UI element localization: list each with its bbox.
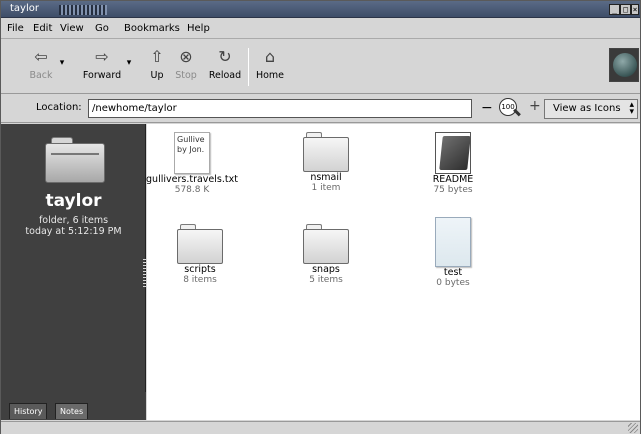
forward-label: Forward: [82, 70, 122, 81]
menu-view[interactable]: View: [60, 23, 84, 34]
back-button[interactable]: ⇦ Back: [23, 46, 59, 81]
folder-item[interactable]: scripts 8 items: [145, 224, 255, 285]
item-info: 5 items: [309, 275, 343, 285]
home-button[interactable]: ⌂ Home: [253, 46, 287, 81]
folder-large-icon: [45, 137, 105, 183]
throbber-orb-icon: [613, 53, 637, 77]
zoom-in-button[interactable]: +: [529, 98, 541, 114]
item-name: README: [432, 174, 474, 185]
item-name: test: [443, 267, 463, 278]
item-name: gullivers.travels.txt: [146, 174, 238, 185]
file-item[interactable]: Gullive by Jon. gullivers.travels.txt 57…: [137, 132, 247, 195]
back-arrow-icon: ⇦: [34, 47, 48, 66]
zoom-out-button[interactable]: −: [481, 100, 493, 116]
up-button[interactable]: ⇧ Up: [144, 46, 170, 81]
menu-file[interactable]: File: [7, 23, 24, 34]
forward-history-dropdown-icon[interactable]: ▾: [124, 58, 134, 68]
home-icon: ⌂: [264, 47, 276, 66]
toolbar-separator: [248, 48, 249, 86]
location-bar: Location: − 100 + View as Icons ▴▾: [1, 95, 640, 123]
information-sidebar: taylor folder, 6 items today at 5:12:19 …: [1, 124, 146, 420]
menu-bookmarks[interactable]: Bookmarks: [124, 23, 180, 34]
item-info: 8 items: [183, 275, 217, 285]
item-info: 0 bytes: [436, 278, 470, 288]
back-label: Back: [29, 70, 53, 81]
empty-file-icon: [435, 217, 471, 267]
reload-icon: ↻: [218, 47, 232, 66]
resize-grip-icon[interactable]: [628, 423, 638, 433]
magnifier-handle-icon: [513, 108, 521, 117]
minimize-button[interactable]: _: [609, 4, 620, 15]
folder-item[interactable]: nsmail 1 item: [271, 132, 381, 193]
stop-label: Stop: [175, 70, 197, 81]
menu-go[interactable]: Go: [95, 23, 109, 34]
sidebar-folder-date: today at 5:12:19 PM: [25, 226, 122, 237]
readme-book-icon: [435, 132, 471, 174]
back-history-dropdown-icon[interactable]: ▾: [57, 58, 67, 68]
up-label: Up: [150, 70, 164, 81]
folder-icon: [303, 132, 349, 172]
stop-button[interactable]: ⊗ Stop: [173, 46, 199, 81]
sidebar-folder-info: folder, 6 items: [38, 215, 109, 226]
tab-notes[interactable]: Notes: [55, 403, 89, 419]
file-item[interactable]: README 75 bytes: [398, 132, 508, 195]
folder-icon: [177, 224, 223, 264]
activity-throbber: [609, 48, 639, 82]
item-info: 75 bytes: [433, 185, 473, 195]
item-name: nsmail: [310, 172, 342, 183]
item-name: scripts: [184, 264, 216, 275]
reload-button[interactable]: ↻ Reload: [205, 46, 245, 81]
toolbar: ⇦ Back ▾ ⇨ Forward ▾ ⇧ Up ⊗ Stop ↻ Reloa…: [1, 40, 640, 94]
window-title: taylor: [10, 3, 39, 14]
tab-history[interactable]: History: [9, 403, 48, 419]
title-bar[interactable]: taylor _ □ ×: [1, 1, 640, 18]
title-bar-grip: [59, 5, 107, 15]
menu-edit[interactable]: Edit: [33, 23, 52, 34]
folder-item[interactable]: snaps 5 items: [271, 224, 381, 285]
location-label: Location:: [36, 102, 82, 113]
item-info: 578.8 K: [174, 185, 210, 195]
stop-icon: ⊗: [179, 47, 193, 66]
folder-icon: [303, 224, 349, 264]
status-bar: [1, 421, 640, 434]
text-preview: Gullive by Jon.: [177, 135, 205, 154]
text-file-icon: Gullive by Jon.: [174, 132, 210, 174]
view-as-select[interactable]: View as Icons ▴ ▾: [544, 99, 638, 119]
zoom-level-button[interactable]: 100: [499, 98, 517, 116]
file-item[interactable]: test 0 bytes: [398, 217, 508, 288]
item-name: snaps: [312, 264, 340, 275]
reload-label: Reload: [208, 70, 242, 81]
maximize-button[interactable]: □: [620, 4, 631, 15]
home-label: Home: [255, 70, 285, 81]
forward-button[interactable]: ⇨ Forward: [77, 46, 127, 81]
sidebar-folder-name: taylor: [45, 191, 102, 211]
menu-help[interactable]: Help: [187, 23, 210, 34]
location-input[interactable]: [88, 99, 472, 118]
menu-bar: File Edit View Go Bookmarks Help: [1, 19, 640, 39]
item-info: 1 item: [311, 183, 341, 193]
up-arrow-icon: ⇧: [150, 47, 164, 66]
sidebar-tabs: History Notes: [1, 392, 146, 420]
close-button[interactable]: ×: [631, 4, 639, 15]
file-manager-window: taylor _ □ × File Edit View Go Bookmarks…: [0, 0, 641, 434]
icon-view-area[interactable]: Gullive by Jon. gullivers.travels.txt 57…: [145, 124, 640, 420]
updown-arrow-icon: ▴ ▾: [629, 100, 634, 117]
forward-arrow-icon: ⇨: [95, 47, 109, 66]
view-as-label: View as Icons: [553, 103, 621, 114]
